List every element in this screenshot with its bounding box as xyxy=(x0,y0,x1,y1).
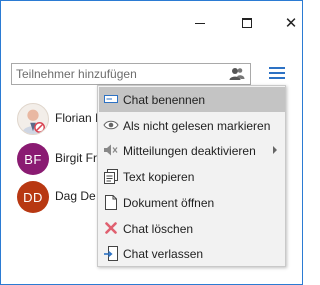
participant-name: Florian I xyxy=(55,111,99,125)
menu-item-label: Chat löschen xyxy=(123,222,194,236)
minimize-button[interactable] xyxy=(188,11,212,35)
menu-item-delete-chat[interactable]: Chat löschen xyxy=(99,216,285,241)
options-menu-button[interactable] xyxy=(266,61,288,85)
maximize-icon xyxy=(242,18,252,28)
menu-item-label: Dokument öffnen xyxy=(123,196,215,210)
participant-name: Dag De xyxy=(55,189,96,203)
mute-speaker-icon xyxy=(103,142,119,158)
avatar: DD xyxy=(17,181,49,213)
eye-icon xyxy=(103,117,119,133)
title-bar: ✕ xyxy=(1,1,302,45)
menu-item-leave-chat[interactable]: Chat verlassen xyxy=(99,241,285,266)
document-icon xyxy=(103,194,119,210)
menu-item-label: Text kopieren xyxy=(123,170,195,184)
menu-item-rename-chat[interactable]: Chat benennen xyxy=(99,87,285,112)
menu-item-copy-text[interactable]: Text kopieren xyxy=(99,164,285,189)
delete-x-icon xyxy=(103,220,119,236)
copy-text-icon xyxy=(103,168,119,184)
close-icon: ✕ xyxy=(284,14,298,32)
avatar: BF xyxy=(17,143,49,175)
menu-item-mute-notifications[interactable]: Mitteilungen deaktivieren xyxy=(99,138,285,163)
leave-chat-icon xyxy=(103,245,119,261)
add-participant-input[interactable] xyxy=(16,66,221,82)
submenu-arrow-icon xyxy=(273,146,277,154)
close-button[interactable]: ✕ xyxy=(279,11,303,35)
menu-item-label: Chat benennen xyxy=(123,93,206,107)
menu-item-open-document[interactable]: Dokument öffnen xyxy=(99,190,285,215)
avatar xyxy=(17,103,49,135)
menu-item-label: Chat verlassen xyxy=(123,247,204,261)
chat-window: ✕ Florian I BF Birgit Fr xyxy=(0,0,303,285)
menu-item-label: Als nicht gelesen markieren xyxy=(123,119,271,133)
context-menu: Chat benennen Als nicht gelesen markiere… xyxy=(97,85,286,267)
menu-item-label: Mitteilungen deaktivieren xyxy=(123,144,256,158)
rename-icon xyxy=(103,91,119,107)
person-avatar-icon xyxy=(21,109,45,134)
add-participant-icon[interactable] xyxy=(229,67,245,81)
participant-name: Birgit Fr xyxy=(55,151,97,165)
minimize-icon xyxy=(195,22,205,24)
hamburger-menu-icon xyxy=(269,67,285,69)
maximize-button[interactable] xyxy=(235,11,259,35)
menu-item-mark-unread[interactable]: Als nicht gelesen markieren xyxy=(99,113,285,138)
participant-search-box xyxy=(11,63,251,85)
